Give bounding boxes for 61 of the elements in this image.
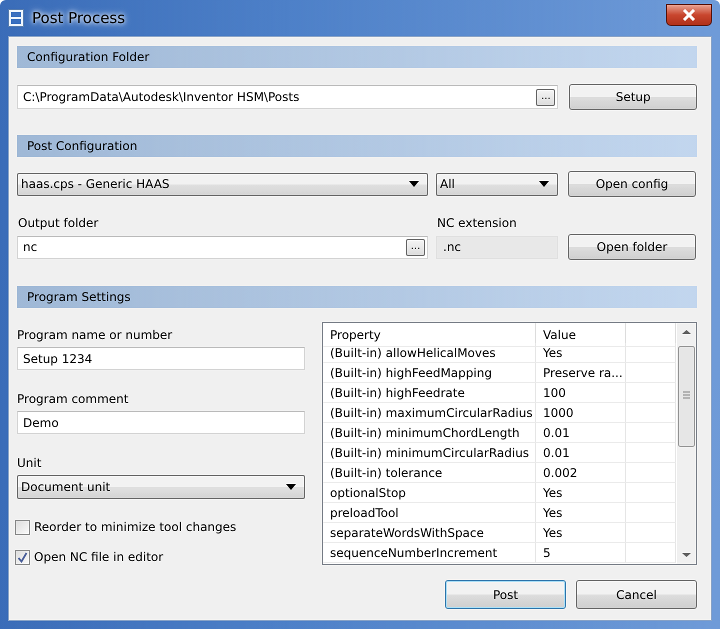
empty-cell [626, 543, 676, 563]
table-cell: 0.01 [536, 423, 626, 443]
table-cell: (Built-in) tolerance [323, 463, 536, 483]
dropdown-caret-icon [409, 181, 419, 187]
field-label: NC extension [437, 216, 517, 230]
checkbox[interactable] [15, 550, 30, 564]
checkbox[interactable] [15, 520, 30, 534]
checkbox-label: Reorder to minimize tool changes [34, 520, 236, 534]
text-field[interactable]: Demo [17, 411, 305, 434]
open-config-button[interactable]: Open config [568, 171, 696, 197]
checkmark-icon [17, 552, 28, 562]
browse-button[interactable]: ... [406, 238, 425, 256]
table-cell: (Built-in) highFeedrate [323, 383, 536, 403]
checkbox-label: Open NC file in editor [34, 550, 164, 564]
filter-dropdown[interactable]: All [436, 172, 558, 196]
app-icon [8, 9, 24, 27]
column-header[interactable]: Property [323, 323, 536, 347]
empty-cell [626, 343, 676, 363]
section-header: Program Settings [17, 286, 697, 308]
field-label: Program comment [17, 392, 130, 406]
table-cell: (Built-in) allowHelicalMoves [323, 343, 536, 363]
table-cell: optionalStop [323, 483, 536, 503]
close-icon [682, 9, 696, 21]
table-cell: 5 [536, 543, 626, 563]
table-cell: (Built-in) maximumCircularRadius [323, 403, 536, 423]
table-cell: (Built-in) minimumChordLength [323, 423, 536, 443]
unit-dropdown[interactable]: Document unit [17, 475, 305, 499]
table-cell: separateWordsWithSpace [323, 523, 536, 543]
column-header[interactable]: Value [536, 323, 626, 347]
table-cell: 100 [536, 383, 626, 403]
setup-button[interactable]: Setup [569, 84, 697, 110]
section-header: Configuration Folder [17, 46, 697, 68]
table-cell: 1000 [536, 403, 626, 423]
open-folder-button[interactable]: Open folder [568, 234, 696, 260]
dialog-button[interactable]: Post [445, 580, 566, 609]
table-cell: sequenceNumberIncrement [323, 543, 536, 563]
close-button[interactable] [666, 4, 712, 26]
table-cell: 0.002 [536, 463, 626, 483]
table-cell: 0.01 [536, 443, 626, 463]
post-dropdown[interactable]: haas.cps - Generic HAAS [17, 172, 428, 196]
output-folder-field[interactable]: nc ... [17, 236, 428, 258]
table-cell: (Built-in) highFeedMapping [323, 363, 536, 383]
field-label: Output folder [17, 216, 100, 230]
field-label: Program name or number [17, 328, 174, 342]
field-label: Unit [17, 456, 42, 470]
section-header: Post Configuration [17, 135, 697, 157]
table-cell: Yes [536, 503, 626, 523]
table-cell: Yes [536, 483, 626, 503]
table-cell: Yes [536, 343, 626, 363]
dropdown-caret-icon [539, 181, 549, 187]
nc-extension-field: .nc [436, 236, 558, 258]
text-field[interactable]: Setup 1234 [17, 347, 305, 370]
table-cell: preloadTool [323, 503, 536, 523]
table-cell: Preserve ra... [536, 363, 626, 383]
table-cell: (Built-in) minimumCircularRadius [323, 443, 536, 463]
window-title: Post Process [32, 9, 126, 27]
table-cell: Yes [536, 523, 626, 543]
dialog-button[interactable]: Cancel [576, 580, 697, 609]
dropdown-caret-icon [286, 484, 296, 490]
browse-button[interactable]: ... [536, 88, 556, 106]
folder-path-field[interactable]: C:\ProgramData\Autodesk\Inventor HSM\Posts ... [17, 85, 558, 109]
